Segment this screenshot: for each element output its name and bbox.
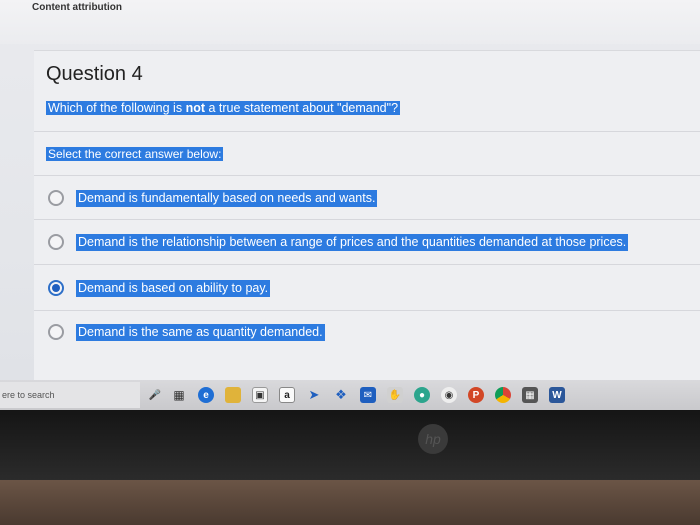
- question-title: Question 4: [46, 63, 143, 85]
- laptop-deck: [0, 480, 700, 525]
- edge-icon[interactable]: e: [198, 387, 214, 403]
- instruction-label: Select the correct answer below:: [46, 147, 224, 161]
- file-explorer-icon[interactable]: [225, 387, 241, 403]
- word-icon[interactable]: W: [549, 387, 565, 403]
- answer-option-2[interactable]: Demand is the relationship between a ran…: [48, 232, 629, 252]
- amazon-icon[interactable]: a: [279, 387, 295, 403]
- instruction-text: Select the correct answer below:: [46, 146, 224, 162]
- camera-icon[interactable]: ◉: [441, 387, 457, 403]
- answer-label-1[interactable]: Demand is fundamentally based on needs a…: [76, 189, 378, 207]
- answer-option-3[interactable]: Demand is based on ability to pay.: [48, 278, 271, 298]
- prompt-after: a true statement about "demand"?: [205, 101, 399, 115]
- answer-label-3[interactable]: Demand is based on ability to pay.: [76, 279, 271, 297]
- answer-option-1[interactable]: Demand is fundamentally based on needs a…: [48, 188, 378, 208]
- taskbar: ere to search 🎤 ▦ e ▣ a ➤ ❖ ✉ ✋ ● ◉ P ▦ …: [0, 380, 700, 410]
- divider: [34, 175, 700, 176]
- divider: [34, 219, 700, 220]
- radio-button-1[interactable]: [48, 190, 64, 206]
- screen: Content attribution Question 4 Which of …: [0, 0, 700, 410]
- top-bar: Content attribution: [0, 0, 700, 44]
- store-icon[interactable]: ▣: [252, 387, 268, 403]
- answer-label-2[interactable]: Demand is the relationship between a ran…: [76, 233, 629, 251]
- chat-icon[interactable]: ●: [414, 387, 430, 403]
- divider: [34, 264, 700, 265]
- question-prompt: Which of the following is not a true sta…: [46, 100, 401, 117]
- radio-button-4[interactable]: [48, 324, 64, 340]
- laptop-bezel: [0, 410, 700, 480]
- task-view-icon[interactable]: ▦: [171, 387, 187, 403]
- hand-icon[interactable]: ✋: [387, 387, 403, 403]
- chrome-icon[interactable]: [495, 387, 511, 403]
- hp-logo: hp: [418, 424, 448, 454]
- question-card: Question 4 Which of the following is not…: [34, 50, 700, 380]
- dropbox-icon[interactable]: ❖: [333, 387, 349, 403]
- content-attribution-link[interactable]: Content attribution: [32, 2, 122, 13]
- mic-icon[interactable]: 🎤: [149, 387, 161, 403]
- prompt-emphasis: not: [185, 101, 205, 115]
- answer-label-4[interactable]: Demand is the same as quantity demanded.: [76, 323, 325, 341]
- prompt-before: Which of the following is: [48, 101, 186, 115]
- answer-option-4[interactable]: Demand is the same as quantity demanded.: [48, 322, 325, 342]
- taskbar-icons: 🎤 ▦ e ▣ a ➤ ❖ ✉ ✋ ● ◉ P ▦ W: [149, 384, 576, 406]
- radio-button-3-selected[interactable]: [48, 280, 64, 296]
- mail-icon[interactable]: ✉: [360, 387, 376, 403]
- powerpoint-icon[interactable]: P: [468, 387, 484, 403]
- divider: [34, 131, 700, 132]
- arrow-icon[interactable]: ➤: [306, 387, 322, 403]
- search-placeholder: ere to search: [2, 390, 55, 400]
- calculator-icon[interactable]: ▦: [522, 387, 538, 403]
- taskbar-search-box[interactable]: ere to search: [0, 382, 140, 408]
- radio-button-2[interactable]: [48, 234, 64, 250]
- divider: [34, 310, 700, 311]
